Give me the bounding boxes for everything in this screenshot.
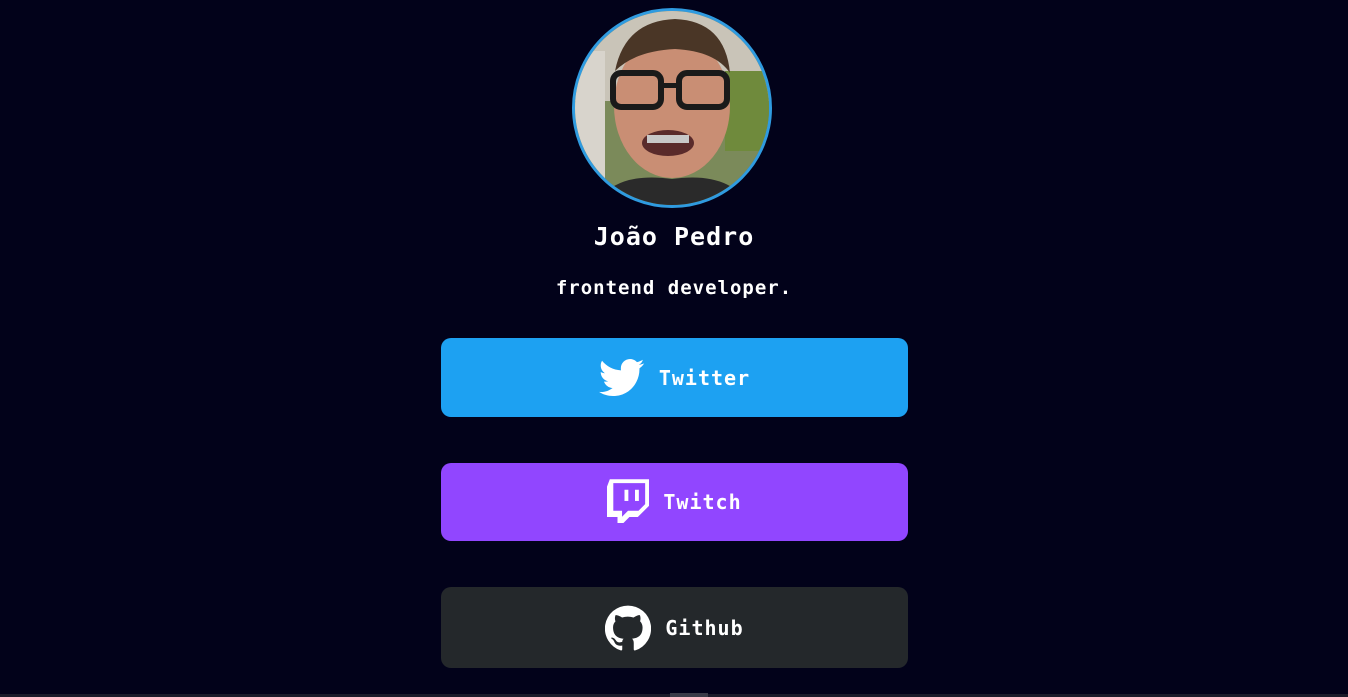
twitch-link-button[interactable]: Twitch bbox=[441, 463, 908, 541]
twitter-link-label: Twitter bbox=[658, 365, 751, 390]
github-octocat-icon bbox=[605, 605, 652, 651]
github-link-label: Github bbox=[665, 615, 744, 640]
avatar bbox=[572, 8, 772, 208]
twitter-bird-icon bbox=[598, 358, 645, 398]
twitch-icon bbox=[607, 479, 650, 525]
profile-name: João Pedro bbox=[593, 222, 755, 251]
profile-role: frontend developer. bbox=[555, 277, 793, 299]
avatar-photo bbox=[575, 11, 769, 205]
twitter-link-button[interactable]: Twitter bbox=[441, 338, 908, 417]
scroll-thumb[interactable] bbox=[670, 693, 708, 697]
github-link-button[interactable]: Github bbox=[441, 587, 908, 668]
twitch-link-label: Twitch bbox=[663, 490, 742, 514]
profile-page: João Pedro frontend developer. Twitter T… bbox=[0, 0, 1348, 697]
